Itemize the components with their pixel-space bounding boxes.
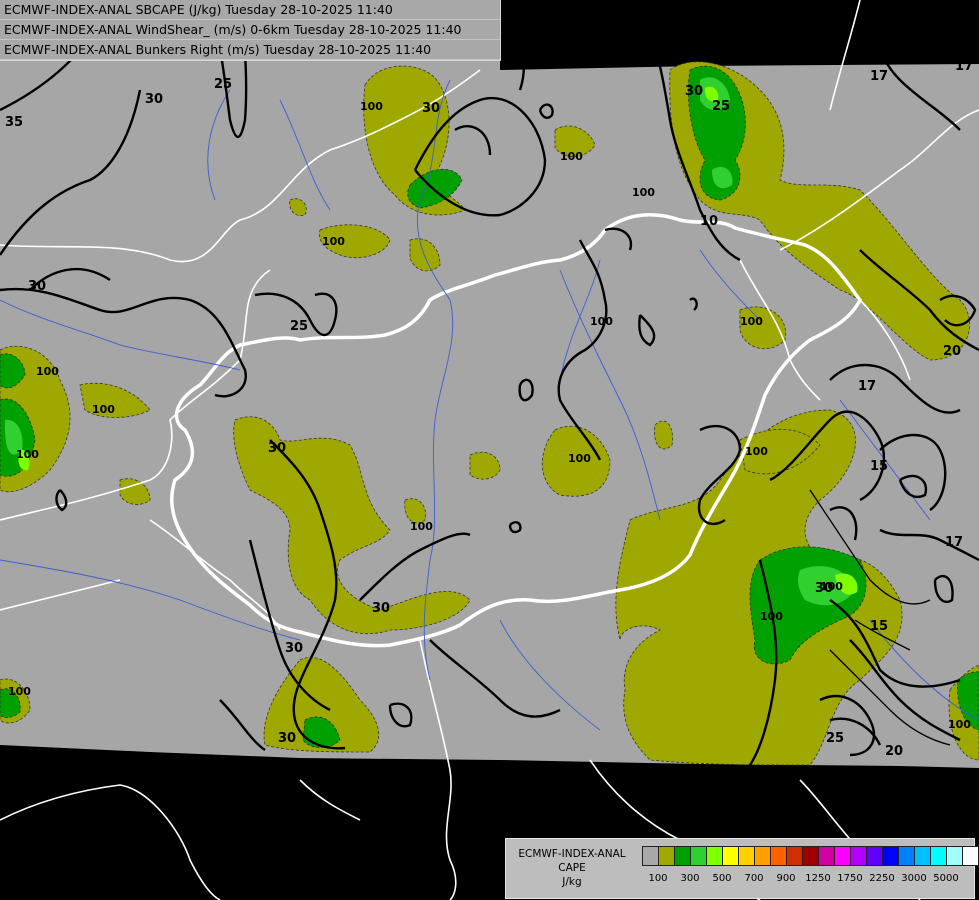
shear-label: 17 xyxy=(870,69,888,84)
legend-swatch xyxy=(866,846,883,866)
legend-tick-labels: 100 300 500 700 900 1250 1750 2250 3000 5000 xyxy=(506,873,974,889)
cape-label: 100 xyxy=(16,448,39,461)
legend-tick: 1250 xyxy=(805,873,831,884)
legend-swatch xyxy=(882,846,899,866)
legend-tick: 300 xyxy=(680,873,700,884)
legend-swatch xyxy=(786,846,803,866)
legend-tick: 100 xyxy=(648,873,668,884)
legend-swatch xyxy=(706,846,723,866)
legend-swatch xyxy=(642,846,659,866)
shear-label: 15 xyxy=(870,619,888,634)
cape-label: 100 xyxy=(760,610,783,623)
legend-swatch xyxy=(850,846,867,866)
legend-swatch xyxy=(930,846,947,866)
legend-swatch xyxy=(674,846,691,866)
header-line-sbcape: ECMWF-INDEX-ANAL SBCAPE (J/kg) Tuesday 2… xyxy=(0,0,500,20)
shear-label: 15 xyxy=(870,459,888,474)
shear-label: 25 xyxy=(826,731,844,746)
legend-swatch xyxy=(770,846,787,866)
shear-label: 20 xyxy=(943,344,961,359)
shear-label: 20 xyxy=(885,744,903,759)
shear-label: 17 xyxy=(945,535,963,550)
cape-label: 100 xyxy=(948,718,971,731)
shear-label: 25 xyxy=(214,77,232,92)
shear-label: 25 xyxy=(290,319,308,334)
shear-label: 17 xyxy=(858,379,876,394)
legend-swatch xyxy=(898,846,915,866)
cape-label: 100 xyxy=(745,445,768,458)
legend-tick: 700 xyxy=(744,873,764,884)
legend-swatch xyxy=(914,846,931,866)
outside-domain-top-right xyxy=(500,0,979,70)
map-header: ECMWF-INDEX-ANAL SBCAPE (J/kg) Tuesday 2… xyxy=(0,0,501,61)
shear-label: 30 xyxy=(268,441,286,456)
legend-color-scale xyxy=(642,846,979,866)
legend-swatch xyxy=(946,846,963,866)
cape-label: 100 xyxy=(410,520,433,533)
shear-label: 25 xyxy=(712,99,730,114)
legend-tick: 3000 xyxy=(901,873,927,884)
cape-label: 100 xyxy=(560,150,583,163)
legend-swatch xyxy=(658,846,675,866)
legend-tick: 5000 xyxy=(933,873,959,884)
legend-swatch xyxy=(962,846,979,866)
cape-legend: ECMWF-INDEX-ANAL CAPE J/kg 100 300 500 700 9… xyxy=(505,838,979,899)
legend-swatch xyxy=(802,846,819,866)
legend-tick: 1750 xyxy=(837,873,863,884)
header-line-bunkers: ECMWF-INDEX-ANAL Bunkers Right (m/s) Tue… xyxy=(0,40,500,60)
cape-label: 100 xyxy=(590,315,613,328)
shear-label: 30 xyxy=(28,279,46,294)
header-line-windshear: ECMWF-INDEX-ANAL WindShear_ (m/s) 0-6km … xyxy=(0,20,500,40)
cape-label: 100 xyxy=(322,235,345,248)
legend-swatch xyxy=(690,846,707,866)
legend-tick: 900 xyxy=(776,873,796,884)
cape-label: 100 xyxy=(8,685,31,698)
shear-label: 17 xyxy=(955,59,973,74)
legend-title: ECMWF-INDEX-ANAL CAPE J/kg xyxy=(506,839,638,898)
legend-tick: 2250 xyxy=(869,873,895,884)
legend-swatch xyxy=(754,846,771,866)
shear-label: 30 xyxy=(685,84,703,99)
cape-label: 100 xyxy=(820,580,843,593)
legend-swatch xyxy=(834,846,851,866)
shear-label: 30 xyxy=(422,101,440,116)
cape-label: 100 xyxy=(740,315,763,328)
weather-map: 35 30 25 30 30 25 30 30 30 30 30 30 25 2… xyxy=(0,0,979,900)
legend-title-model: ECMWF-INDEX-ANAL xyxy=(518,848,626,860)
shear-label: 10 xyxy=(700,214,718,229)
cape-label: 100 xyxy=(632,186,655,199)
shear-label: 30 xyxy=(372,601,390,616)
cape-label: 100 xyxy=(568,452,591,465)
legend-swatch xyxy=(818,846,835,866)
cape-label: 100 xyxy=(360,100,383,113)
cape-label: 100 xyxy=(92,403,115,416)
shear-label: 30 xyxy=(285,641,303,656)
shear-label: 30 xyxy=(278,731,296,746)
legend-swatch xyxy=(722,846,739,866)
legend-tick: 500 xyxy=(712,873,732,884)
shear-label: 35 xyxy=(5,115,23,130)
cape-label: 100 xyxy=(36,365,59,378)
legend-swatch xyxy=(738,846,755,866)
shear-label: 30 xyxy=(145,92,163,107)
